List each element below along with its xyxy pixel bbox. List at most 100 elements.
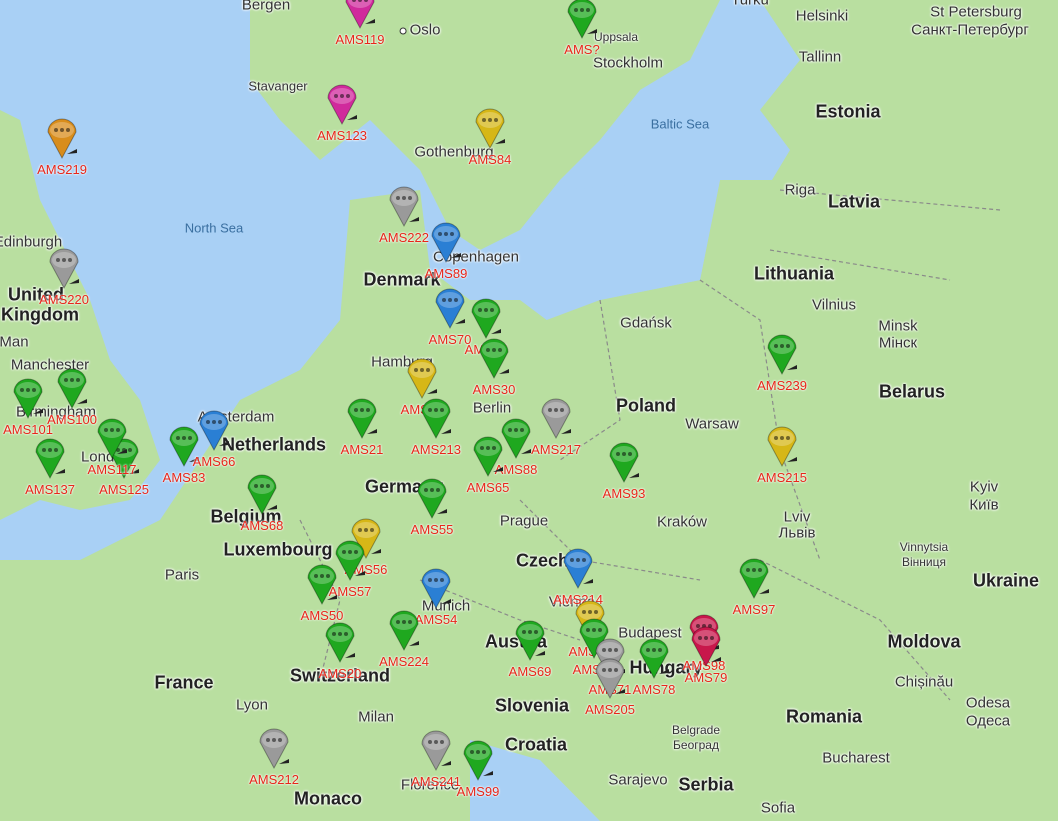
marker-icon: [13, 378, 43, 420]
map-marker[interactable]: [473, 106, 507, 150]
label-krakow: Kraków: [656, 513, 708, 531]
label-sarajevo: Sarajevo: [608, 771, 668, 789]
label-poland: Poland: [615, 395, 677, 416]
map-marker[interactable]: [433, 286, 467, 330]
map-marker[interactable]: [45, 116, 79, 160]
label-serbia: Serbia: [678, 774, 734, 795]
map-marker[interactable]: [737, 556, 771, 600]
map-marker[interactable]: [765, 424, 799, 468]
label-belgrade-cyr: Београд: [673, 738, 719, 752]
marker-icon: [609, 442, 639, 484]
map-marker[interactable]: [325, 82, 359, 126]
label-uppsala: Uppsala: [593, 30, 639, 44]
marker-icon: [199, 410, 229, 452]
map-marker[interactable]: [471, 434, 505, 478]
map-marker[interactable]: [513, 618, 547, 662]
marker-label: AMS68: [240, 518, 284, 533]
marker-label: AMS241: [411, 774, 461, 789]
marker-label: AMS117: [87, 462, 137, 477]
marker-label: AMS125: [99, 482, 149, 497]
label-oslo: Oslo: [399, 22, 440, 39]
marker-label: AMS66: [192, 454, 236, 469]
marker-icon: [541, 398, 571, 440]
map-marker[interactable]: [197, 408, 231, 452]
map-marker[interactable]: [765, 332, 799, 376]
label-north-sea: North Sea: [184, 220, 244, 236]
label-monaco: Monaco: [293, 788, 363, 809]
map-marker[interactable]: [11, 376, 45, 420]
marker-label: AMS70: [428, 332, 472, 347]
marker-icon: [767, 426, 797, 468]
map-marker[interactable]: [607, 440, 641, 484]
map-marker[interactable]: [33, 436, 67, 480]
map-marker[interactable]: [477, 336, 511, 380]
map-marker[interactable]: [95, 416, 129, 460]
map-marker[interactable]: [47, 246, 81, 290]
marker-label: AMS54: [414, 612, 458, 627]
map-marker[interactable]: [469, 296, 503, 340]
map-marker[interactable]: [561, 546, 595, 590]
label-isle-of-man: Man: [0, 333, 29, 351]
marker-icon: [389, 186, 419, 228]
marker-icon: [515, 620, 545, 662]
label-st-petersburg-cyr: Санкт-Петербург: [911, 21, 1029, 39]
label-kyiv: Kyiv: [969, 478, 999, 496]
label-belgrade: Belgrade: [671, 723, 721, 737]
map-marker[interactable]: [305, 562, 339, 606]
map-marker[interactable]: [257, 726, 291, 770]
label-berlin: Berlin: [472, 399, 512, 417]
map-marker[interactable]: [245, 472, 279, 516]
label-estonia: Estonia: [815, 101, 881, 122]
map-marker[interactable]: [565, 0, 599, 40]
marker-icon: [345, 0, 375, 30]
label-odesa-cyr: Одеса: [965, 712, 1011, 730]
marker-label: AMS89: [424, 266, 468, 281]
marker-label: AMS83: [162, 470, 206, 485]
label-minsk-cyr: Мінск: [878, 334, 918, 352]
map-marker[interactable]: [405, 356, 439, 400]
map-marker[interactable]: [323, 620, 357, 664]
marker-icon: [307, 564, 337, 606]
label-bergen: Bergen: [241, 0, 291, 14]
map-marker[interactable]: [387, 608, 421, 652]
map-marker[interactable]: [689, 624, 723, 668]
map-marker[interactable]: [419, 566, 453, 610]
map-marker[interactable]: [343, 0, 377, 30]
map-marker[interactable]: [345, 396, 379, 440]
marker-icon: [475, 108, 505, 150]
marker-icon: [479, 338, 509, 380]
label-lyon: Lyon: [236, 696, 268, 714]
label-latvia: Latvia: [827, 191, 881, 212]
marker-icon: [421, 568, 451, 610]
map-marker[interactable]: [419, 728, 453, 772]
marker-label: AMS224: [379, 654, 429, 669]
marker-label: AMS119: [335, 32, 385, 47]
map-marker[interactable]: [637, 636, 671, 680]
marker-label: AMS215: [757, 470, 807, 485]
marker-icon: [389, 610, 419, 652]
map-marker[interactable]: [415, 476, 449, 520]
marker-icon: [473, 436, 503, 478]
map-marker[interactable]: [461, 738, 495, 782]
marker-label: AMS212: [249, 772, 299, 787]
map-marker[interactable]: [429, 220, 463, 264]
marker-icon: [691, 626, 721, 668]
label-vinnytsia: Vinnytsia: [899, 540, 949, 554]
marker-label: AMS30: [472, 382, 516, 397]
map-marker[interactable]: [419, 396, 453, 440]
label-luxembourg: Luxembourg: [223, 539, 333, 560]
marker-icon: [435, 288, 465, 330]
label-lviv: Lviv: [783, 508, 811, 526]
marker-icon: [35, 438, 65, 480]
map-canvas[interactable]: Bergen Oslo Uppsala Stockholm Turku Hels…: [0, 0, 1058, 821]
map-marker[interactable]: [539, 396, 573, 440]
marker-label: AMS217: [531, 442, 581, 457]
map-marker[interactable]: [55, 366, 89, 410]
map-marker[interactable]: [387, 184, 421, 228]
marker-icon: [567, 0, 597, 40]
map-marker[interactable]: [593, 656, 627, 700]
marker-label: AMS79: [684, 670, 728, 685]
label-ukraine: Ukraine: [972, 570, 1040, 591]
label-lviv-cyr: Львів: [778, 524, 816, 542]
label-warsaw: Warsaw: [685, 415, 739, 433]
